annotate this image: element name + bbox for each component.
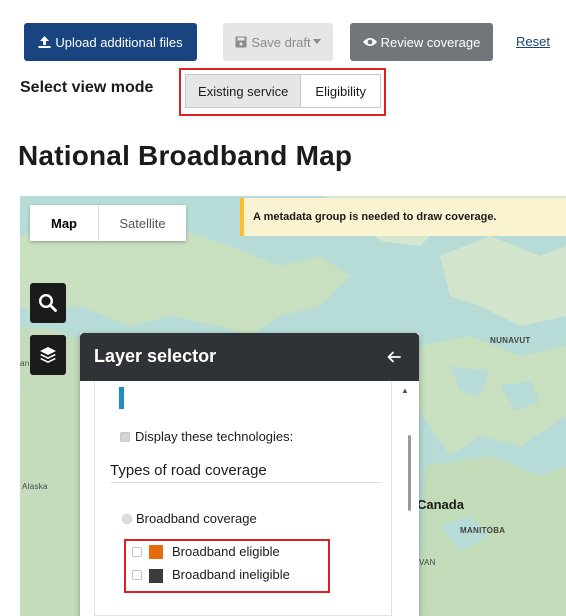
eye-icon	[362, 37, 377, 47]
display-technologies-label: Display these technologies:	[135, 429, 294, 444]
layers-icon	[40, 347, 56, 363]
map-type-satellite[interactable]: Satellite	[98, 205, 186, 241]
panel-scrollbar[interactable]: ▲	[392, 381, 419, 616]
map-label-manitoba: MANITOBA	[460, 526, 506, 535]
broadband-coverage-radio[interactable]	[122, 514, 132, 524]
upload-files-button[interactable]: Upload additional files	[24, 23, 197, 61]
broadband-eligible-checkbox[interactable]	[132, 547, 142, 557]
map-label-edge: an	[20, 359, 30, 368]
layer-selector-title: Layer selector	[94, 346, 217, 366]
reset-link[interactable]: Reset	[516, 34, 550, 49]
view-option-existing-service[interactable]: Existing service	[186, 75, 301, 107]
chevron-down-icon	[312, 39, 321, 45]
scroll-up-arrow[interactable]: ▲	[401, 386, 409, 395]
map-search-button[interactable]	[30, 283, 66, 323]
map-type-map[interactable]: Map	[30, 205, 98, 241]
broadband-eligible-label: Broadband eligible	[172, 544, 280, 559]
broadband-coverage-label: Broadband coverage	[136, 511, 257, 526]
layers-button[interactable]	[30, 335, 66, 375]
map-label-canada: Canada	[417, 497, 464, 512]
broadband-eligible-swatch	[149, 545, 163, 559]
search-icon	[38, 293, 57, 312]
accent-bar	[119, 387, 124, 409]
display-technologies-checkbox[interactable]	[120, 432, 130, 442]
types-heading: Types of road coverage	[110, 462, 267, 479]
metadata-warning: A metadata group is needed to draw cover…	[240, 198, 566, 236]
review-coverage-button[interactable]: Review coverage	[350, 23, 493, 61]
layer-selector-panel: Layer selector Display these technologie…	[80, 333, 419, 616]
map-label-alaska: Alaska	[22, 482, 48, 491]
page-title: National Broadband Map	[18, 140, 353, 171]
collapse-panel-button[interactable]	[384, 347, 404, 367]
upload-icon	[38, 36, 51, 48]
review-coverage-label: Review coverage	[380, 34, 481, 50]
types-divider	[110, 482, 382, 483]
view-option-eligibility[interactable]: Eligibility	[300, 75, 380, 107]
arrow-left-icon	[387, 351, 401, 363]
layer-selector-body: Display these technologies: Types of roa…	[94, 381, 392, 616]
layer-selector-header: Layer selector	[80, 333, 419, 381]
broadband-ineligible-label: Broadband ineligible	[172, 567, 290, 582]
save-draft-label: Save draft	[251, 34, 311, 50]
map-container[interactable]: NUNAVUT MANITOBA Alaska VAN an Canada Ma…	[20, 196, 566, 616]
map-label-nunavut: NUNAVUT	[490, 336, 531, 345]
map-type-control: Map Satellite	[30, 205, 186, 241]
upload-files-label: Upload additional files	[55, 34, 183, 50]
broadband-ineligible-swatch	[149, 569, 163, 583]
save-draft-button[interactable]: Save draft	[223, 23, 333, 61]
view-mode-toggle: Existing service Eligibility	[185, 74, 381, 108]
top-toolbar: Upload additional files Save draft Revie…	[0, 0, 566, 120]
scroll-thumb[interactable]	[408, 435, 411, 511]
map-label-van: VAN	[419, 558, 436, 567]
broadband-ineligible-checkbox[interactable]	[132, 570, 142, 580]
save-icon	[235, 36, 247, 48]
view-mode-label: Select view mode	[20, 79, 154, 96]
